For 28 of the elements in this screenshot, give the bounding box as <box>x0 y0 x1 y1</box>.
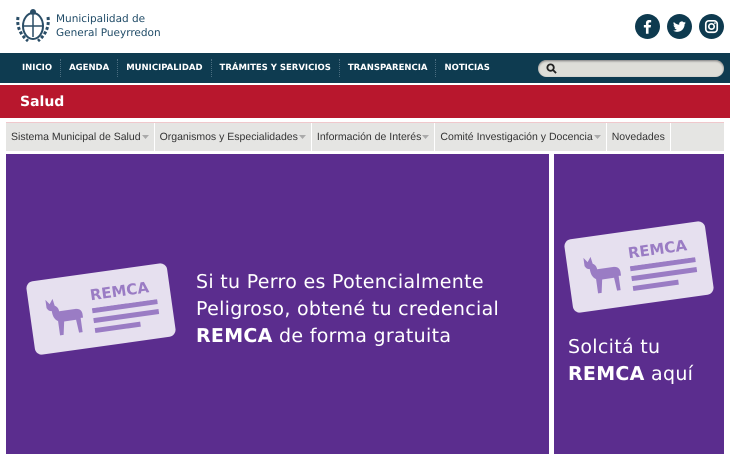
section-title: Salud <box>20 94 64 110</box>
sub-nav-item[interactable]: Información de Interés <box>312 123 436 151</box>
nav-link[interactable]: TRANSPARENCIA <box>340 63 436 73</box>
nav-link[interactable]: NOTICIAS <box>436 63 498 73</box>
sub-nav-item[interactable]: Novedades <box>606 123 671 151</box>
sub-nav-item[interactable]: Sistema Municipal de Salud <box>6 123 155 151</box>
site-name[interactable]: General Pueyrredon <box>56 26 161 40</box>
promo-banner[interactable]: REMCA Solcitá tu REMCA aquí <box>554 154 724 454</box>
search-icon <box>546 62 557 74</box>
site-name[interactable]: Municipalidad de <box>56 12 161 26</box>
nav-link[interactable]: AGENDA <box>61 63 118 73</box>
nav-link[interactable]: INICIO <box>14 63 60 73</box>
text-lines-icon <box>92 299 161 334</box>
text-lines-icon <box>630 257 699 292</box>
card-label: REMCA <box>88 277 152 304</box>
sub-nav-item[interactable]: Comité Investigación y Docencia <box>435 123 607 151</box>
instagram-icon[interactable] <box>699 14 724 38</box>
facebook-icon[interactable] <box>635 14 660 38</box>
banner-text[interactable]: Solcitá tu REMCA aquí <box>568 334 710 388</box>
nav-link[interactable]: MUNICIPALIDAD <box>118 63 211 73</box>
coat-of-arms-logo[interactable] <box>14 7 52 45</box>
banner-text[interactable]: Si tu Perro es Potencialmente Peligroso, obtené tu credencial REMCA de forma gratuita <box>196 268 536 350</box>
card-label: REMCA <box>626 235 690 262</box>
nav-link[interactable]: TRÁMITES Y SERVICIOS <box>212 63 339 73</box>
sub-nav-item[interactable]: Organismos y Especialidades <box>154 123 312 151</box>
twitter-icon[interactable] <box>667 14 692 38</box>
promo-banner[interactable]: REMCA Si tu Perro es Potencialmente Peligroso, obtené tu credencial REMCA de forma gratuita <box>6 154 549 454</box>
search-field[interactable] <box>538 60 724 76</box>
